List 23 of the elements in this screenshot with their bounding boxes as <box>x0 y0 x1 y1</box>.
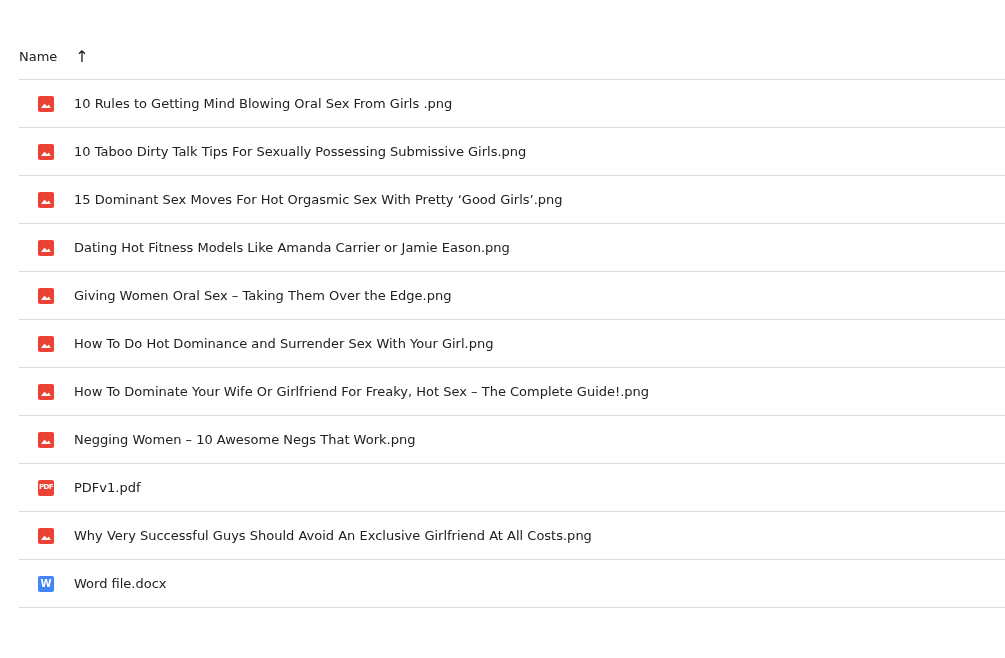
file-name[interactable]: 10 Taboo Dirty Talk Tips For Sexually Possessing Submissive Girls.png <box>74 141 527 162</box>
image-file-icon <box>38 335 54 352</box>
file-name[interactable]: 10 Rules to Getting Mind Blowing Oral Sex From Girls .png <box>74 93 453 114</box>
image-file-icon <box>38 527 54 544</box>
document-file-icon: W <box>38 575 54 592</box>
column-header[interactable]: Name <box>19 47 58 67</box>
file-name[interactable]: PDFv1.pdf <box>74 477 141 498</box>
file-name[interactable]: Why Very Successful Guys Should Avoid An Exclusive Girlfriend At All Costs.png <box>74 525 592 546</box>
file-name[interactable]: How To Dominate Your Wife Or Girlfriend For Freaky, Hot Sex – The Complete Guide!.png <box>74 381 650 402</box>
image-file-icon <box>38 431 54 448</box>
image-file-icon <box>38 383 54 400</box>
image-file-icon <box>38 239 54 256</box>
sort-icon[interactable]: ↑ <box>75 45 89 69</box>
image-file-icon <box>38 143 54 160</box>
image-file-icon <box>38 95 54 112</box>
file-name[interactable]: Giving Women Oral Sex – Taking Them Over the Edge.png <box>74 285 452 306</box>
file-name[interactable]: How To Do Hot Dominance and Surrender Sex With Your Girl.png <box>74 333 494 354</box>
file-name[interactable]: Negging Women – 10 Awesome Negs That Work.png <box>74 429 416 450</box>
image-file-icon <box>38 191 54 208</box>
file-name[interactable]: Word file.docx <box>74 573 167 594</box>
image-file-icon <box>38 287 54 304</box>
file-name[interactable]: 15 Dominant Sex Moves For Hot Orgasmic Sex With Pretty ‘Good Girls’.png <box>74 189 563 210</box>
file-name[interactable]: Dating Hot Fitness Models Like Amanda Carrier or Jamie Eason.png <box>74 237 510 258</box>
